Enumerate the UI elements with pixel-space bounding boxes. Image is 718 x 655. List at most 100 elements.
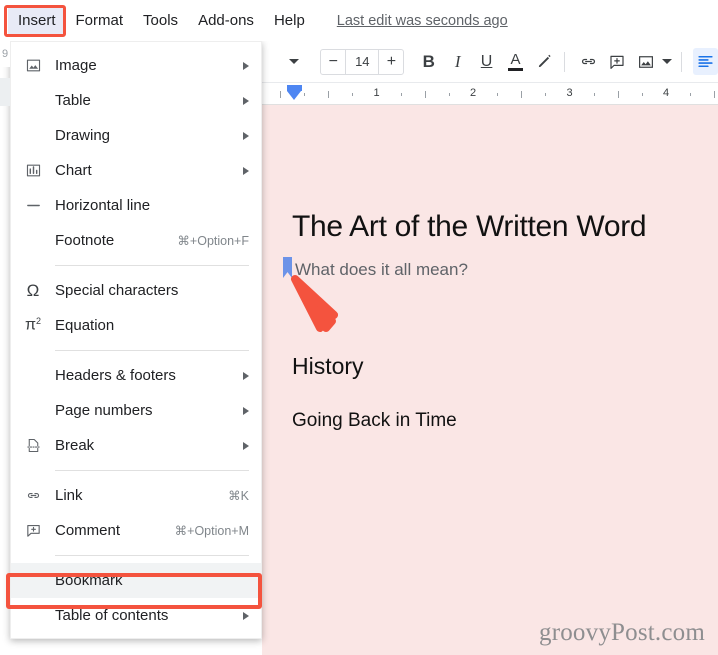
left-edge-canvas [0, 106, 10, 655]
formatting-toolbar: − 14 + B I U A [262, 41, 718, 82]
image-options-caret[interactable] [659, 51, 674, 73]
menu-item-label: Table [55, 92, 91, 109]
omega-icon: Ω [26, 280, 40, 300]
menu-tools[interactable]: Tools [133, 8, 188, 34]
menu-item-icon-slot [11, 57, 55, 74]
menu-item-label: Headers & footers [55, 367, 176, 384]
ruler-tick [521, 91, 523, 98]
add-comment-button[interactable] [605, 48, 630, 75]
highlight-color-button[interactable] [532, 48, 557, 75]
submenu-arrow-icon [243, 371, 249, 380]
menu-item-label: Page numbers [55, 402, 153, 419]
document-canvas[interactable]: The Art of the Written Word What does it… [262, 105, 718, 655]
underline-button[interactable]: U [474, 48, 499, 75]
submenu-arrow-icon [243, 166, 249, 175]
decrease-font-size-button[interactable]: − [321, 50, 345, 74]
submenu-arrow-icon [243, 61, 249, 70]
menu-item-footnote[interactable]: Footnote ⌘+Option+F [11, 223, 261, 258]
ruler-tick [497, 93, 499, 96]
italic-button[interactable]: I [445, 48, 470, 75]
ruler-tick [641, 93, 643, 96]
insert-image-icon [638, 55, 653, 68]
menu-item-label: Equation [55, 317, 115, 334]
align-left-button[interactable] [693, 48, 718, 75]
insert-image-button[interactable] [634, 48, 659, 75]
menu-item-icon-slot: π2 [11, 316, 55, 335]
ruler-tick [545, 93, 547, 96]
bold-button[interactable]: B [416, 48, 441, 75]
ruler-tick [400, 93, 402, 96]
image-icon [25, 57, 42, 74]
add-comment-icon [610, 55, 624, 69]
toolbar-divider [563, 51, 565, 72]
menu-item-table-of-contents[interactable]: Table of contents [11, 598, 261, 633]
menu-item-page-numbers[interactable]: Page numbers [11, 393, 261, 428]
ruler-number: 3 [562, 87, 577, 99]
menu-item-horizontal-line[interactable]: Horizontal line [11, 188, 261, 223]
menu-item-icon-slot: Ω [11, 281, 55, 301]
document-heading-history[interactable]: History [292, 353, 364, 380]
menu-item-icon-slot [11, 162, 55, 179]
menu-item-label: Horizontal line [55, 197, 151, 214]
menu-item-label: Comment [55, 522, 121, 539]
pen-highlight-icon [538, 54, 551, 68]
ruler-tick [352, 93, 354, 96]
menu-item-label: Bookmark [55, 572, 123, 589]
menu-item-shortcut: ⌘K [228, 489, 249, 503]
ruler-tick [304, 93, 306, 96]
menu-item-break[interactable]: Break [11, 428, 261, 463]
google-docs-window: Insert Format Tools Add-ons Help Last ed… [0, 0, 718, 655]
pi-squared-icon: π2 [24, 316, 42, 334]
chevron-down-icon [289, 59, 300, 64]
document-title-heading[interactable]: The Art of the Written Word [292, 210, 718, 244]
menu-separator [55, 265, 249, 266]
menu-item-drawing[interactable]: Drawing [11, 118, 261, 153]
watermark: groovyPost.com [539, 619, 705, 646]
menu-item-chart[interactable]: Chart [11, 153, 261, 188]
menu-item-icon-slot [11, 522, 55, 539]
insert-dropdown-menu[interactable]: Image Table Drawing Chart Horizontal line Foo… [10, 41, 262, 639]
menu-item-image[interactable]: Image [11, 48, 261, 83]
menu-help[interactable]: Help [264, 8, 315, 34]
submenu-arrow-icon [243, 611, 249, 620]
indent-triangle [287, 91, 301, 100]
left-edge-toolbar-sliver: 9 [0, 41, 10, 67]
menu-format[interactable]: Format [66, 8, 134, 34]
horizontal-line-icon [25, 197, 42, 214]
font-size-value[interactable]: 14 [345, 49, 380, 74]
horizontal-ruler[interactable]: 1 2 3 4 [262, 82, 718, 105]
font-dropdown-caret[interactable] [284, 51, 304, 73]
ruler-tick [328, 91, 330, 98]
submenu-arrow-icon [243, 406, 249, 415]
menu-separator [55, 555, 249, 556]
menu-item-table[interactable]: Table [11, 83, 261, 118]
ruler-number: 2 [465, 87, 481, 99]
menu-item-label: Chart [55, 162, 92, 179]
menu-item-label: Image [55, 57, 97, 74]
last-edit-status[interactable]: Last edit was seconds ago [337, 13, 508, 29]
ruler-tick [593, 93, 595, 96]
text-color-button[interactable]: A [503, 48, 528, 75]
link-icon [581, 58, 595, 65]
menu-item-equation[interactable]: π2 Equation [11, 308, 261, 343]
ruler-tick [280, 91, 281, 98]
menu-item-shortcut: ⌘+Option+F [177, 234, 249, 248]
menu-separator [55, 350, 249, 351]
menu-item-link[interactable]: Link ⌘K [11, 478, 261, 513]
chevron-down-icon [661, 59, 672, 64]
submenu-arrow-icon [243, 96, 249, 105]
menu-add-ons[interactable]: Add-ons [188, 8, 264, 34]
increase-font-size-button[interactable]: + [379, 50, 403, 74]
align-left-icon [698, 55, 713, 68]
menu-item-comment[interactable]: Comment ⌘+Option+M [11, 513, 261, 548]
menu-item-headers-footers[interactable]: Headers & footers [11, 358, 261, 393]
menu-insert[interactable]: Insert [8, 7, 66, 34]
link-icon [25, 487, 42, 504]
menu-item-shortcut: ⌘+Option+M [174, 524, 249, 538]
menu-item-special-characters[interactable]: Ω Special characters [11, 273, 261, 308]
menu-item-bookmark[interactable]: Bookmark [11, 563, 261, 598]
font-size-stepper: − 14 + [320, 48, 405, 75]
insert-link-button[interactable] [576, 48, 601, 75]
ruler-tick [424, 91, 426, 98]
document-body-text[interactable]: Going Back in Time [292, 410, 457, 432]
